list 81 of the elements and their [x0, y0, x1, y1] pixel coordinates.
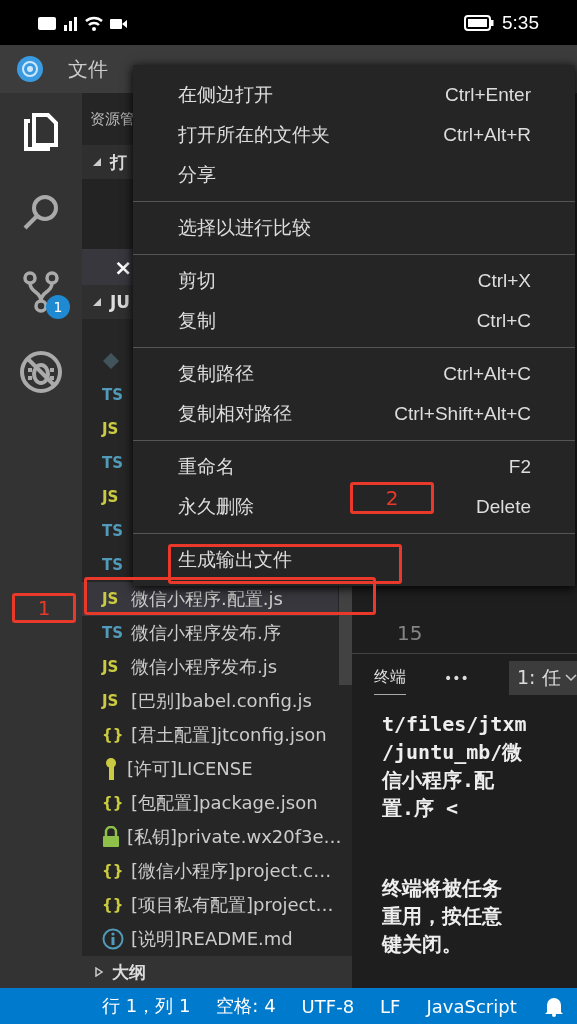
file-type-icon: TS: [102, 454, 124, 472]
terminal-line: 键关闭。: [382, 931, 463, 958]
line-number: 15: [397, 621, 424, 645]
section-header[interactable]: 大纲: [82, 956, 352, 988]
more-button[interactable]: •••: [444, 670, 469, 686]
file-item[interactable]: JS 微信小程序发布.js: [82, 650, 338, 684]
terminal-line: 信小程序.配: [382, 767, 496, 794]
no-bug-icon: [19, 350, 63, 394]
terminal-line: /juntu_mb/微: [382, 739, 524, 766]
file-type-icon: {}: [102, 794, 124, 812]
file-item[interactable]: {} [包配置]package.json: [82, 786, 338, 820]
menu-option[interactable]: 选择以进行比较: [178, 215, 311, 241]
menu-option[interactable]: 生成输出文件: [178, 547, 292, 573]
status-item[interactable]: 行 1，列 1: [102, 994, 191, 1018]
file-item[interactable]: {} [微信小程序]project.c…: [82, 854, 338, 888]
menu-option[interactable]: 剪切: [178, 268, 216, 294]
shortcut-label: Ctrl+C: [476, 310, 531, 332]
status-item[interactable]: 空格: 4: [216, 994, 276, 1018]
status-item[interactable]: UTF-8: [301, 995, 355, 1017]
app-logo-icon: [16, 55, 44, 83]
files-icon: [24, 113, 58, 151]
terminal-line: 重用，按任意: [382, 903, 503, 930]
activity-button[interactable]: 1: [12, 265, 70, 319]
menu-option[interactable]: 分享: [178, 162, 216, 188]
battery-icon: [464, 14, 494, 31]
branch-icon: [23, 271, 59, 313]
file-type-icon: TS: [102, 522, 124, 540]
info-icon: [102, 928, 124, 950]
file-type-icon: {}: [102, 862, 124, 880]
file-item[interactable]: [私钥]private.wx20f3e…: [82, 820, 338, 854]
count-badge: 1: [46, 295, 70, 319]
terminal-line: t/files/jtxm: [382, 711, 528, 738]
diamond-icon: [102, 352, 120, 370]
menu-option[interactable]: 在侧边打开: [178, 82, 273, 108]
file-item[interactable]: [说明]README.md: [82, 922, 338, 956]
caret-icon: [92, 157, 102, 167]
shortcut-label: Delete: [476, 496, 531, 518]
chevron-icon: [564, 673, 577, 683]
terminal-line: 终端将被任务: [382, 875, 503, 902]
file-item[interactable]: {} [君土配置]jtconfig.json: [82, 718, 338, 752]
file-type-icon: {}: [102, 726, 124, 744]
file-item[interactable]: TS 微信小程序发布.序: [82, 616, 338, 650]
menu-option[interactable]: 永久删除: [178, 494, 254, 520]
file-type-icon: TS: [102, 624, 124, 642]
annotation-label: 2: [350, 482, 434, 514]
status-item[interactable]: LF: [380, 995, 401, 1017]
file-type-icon: JS: [102, 420, 124, 438]
clock-time: 5:35: [502, 11, 539, 34]
close-icon[interactable]: ×: [114, 254, 133, 280]
file-type-icon: JS: [102, 488, 124, 506]
menu-option[interactable]: 复制: [178, 308, 216, 334]
shortcut-label: Ctrl+Alt+C: [443, 363, 531, 385]
file-item[interactable]: {} [项目私有配置]project…: [82, 888, 338, 922]
file-type-icon: JS: [102, 590, 124, 608]
annotation-label: 1: [12, 593, 76, 623]
caret-icon: [92, 297, 102, 307]
menu-option[interactable]: 复制路径: [178, 361, 254, 387]
menu-option[interactable]: 重命名: [178, 454, 235, 480]
file-type-icon: TS: [102, 556, 124, 574]
caret-icon: [94, 967, 104, 977]
file-item[interactable]: JS [巴别]babel.config.js: [82, 684, 338, 718]
shortcut-label: Ctrl+Shift+Alt+C: [394, 403, 531, 425]
shortcut-label: Ctrl+X: [477, 270, 531, 292]
terminal-dropdown[interactable]: 1: 任: [509, 661, 577, 695]
shortcut-label: Ctrl+Enter: [444, 84, 531, 106]
shortcut-label: Ctrl+Alt+R: [443, 124, 531, 146]
menu-option[interactable]: 复制相对路径: [178, 401, 292, 427]
file-type-icon: {}: [102, 896, 124, 914]
file-type-icon: TS: [102, 386, 124, 404]
file-item[interactable]: [许可]LICENSE: [82, 752, 338, 786]
shortcut-label: F2: [508, 456, 531, 478]
lock-icon: [102, 826, 120, 848]
search-icon: [22, 193, 60, 231]
terminal-tab[interactable]: 终端: [374, 661, 406, 695]
terminal-line: 置.序 <: [382, 795, 460, 822]
menu-item[interactable]: 文件: [68, 55, 108, 83]
file-type-icon: JS: [102, 658, 124, 676]
menu-option[interactable]: 打开所在的文件夹: [178, 122, 330, 148]
panel-title: 资源管: [90, 109, 135, 129]
status-item[interactable]: JavaScript: [426, 995, 517, 1017]
file-type-icon: JS: [102, 692, 124, 710]
